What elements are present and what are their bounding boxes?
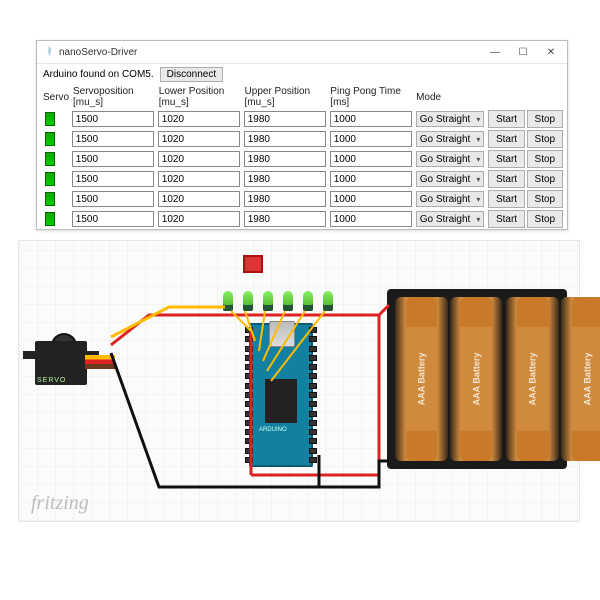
minimize-icon: — [490,47,500,58]
servoposition-input[interactable] [72,151,154,167]
ping-pong-time-input[interactable] [330,111,412,127]
servo-status-led [45,132,55,146]
maximize-icon: ☐ [519,47,528,58]
battery-label: AAA Battery [416,353,426,406]
status-line: Arduino found on COM5. Disconnect [37,64,567,85]
header-mode: Mode [416,92,484,103]
titlebar: nanoServo-Driver — ☐ ✕ [37,41,567,64]
servo-motor: SERVO [23,327,103,393]
upper-position-input[interactable] [244,171,326,187]
circuit-diagram: SERVO ARDUINO AAA Battery AAA Battery AA… [18,240,580,522]
chevron-down-icon: ▾ [476,115,480,124]
header-servoposition: Servoposition [mu_s] [73,86,155,108]
servo-status-led [45,112,55,126]
servo-row: Go Straight▾StartStop [37,129,567,149]
chevron-down-icon: ▾ [476,215,480,224]
close-button[interactable]: ✕ [537,43,565,61]
ping-pong-time-input[interactable] [330,171,412,187]
header-lower-position: Lower Position [mu_s] [159,86,241,108]
chevron-down-icon: ▾ [476,155,480,164]
servo-status-led [45,152,55,166]
servoposition-input[interactable] [72,211,154,227]
disconnect-button[interactable]: Disconnect [160,67,223,82]
start-button[interactable]: Start [488,190,524,208]
close-icon: ✕ [547,47,555,58]
start-button[interactable]: Start [488,150,524,168]
maximize-button[interactable]: ☐ [509,43,537,61]
start-button[interactable]: Start [488,130,524,148]
chevron-down-icon: ▾ [476,195,480,204]
led-strip [223,283,353,311]
lower-position-input[interactable] [158,211,240,227]
app-window: nanoServo-Driver — ☐ ✕ Arduino found on … [36,40,568,230]
ping-pong-time-input[interactable] [330,211,412,227]
lower-position-input[interactable] [158,171,240,187]
start-button[interactable]: Start [488,210,524,228]
servo-row: Go Straight▾StartStop [37,209,567,229]
battery-label: AAA Battery [528,353,538,406]
lower-position-input[interactable] [158,131,240,147]
servo-row: Go Straight▾StartStop [37,149,567,169]
stop-button[interactable]: Stop [527,170,563,188]
upper-position-input[interactable] [244,191,326,207]
upper-position-input[interactable] [244,151,326,167]
mode-select[interactable]: Go Straight▾ [416,171,485,187]
mode-select[interactable]: Go Straight▾ [416,211,485,227]
chevron-down-icon: ▾ [476,135,480,144]
upper-position-input[interactable] [244,211,326,227]
upper-position-input[interactable] [244,111,326,127]
window-title: nanoServo-Driver [59,47,481,58]
header-row: Servo Servoposition [mu_s] Lower Positio… [37,85,567,109]
app-icon [43,46,55,58]
fritzing-watermark: fritzing [31,492,89,515]
arduino-nano: ARDUINO [249,323,313,467]
ping-pong-time-input[interactable] [330,191,412,207]
start-button[interactable]: Start [488,110,524,128]
header-upper-position: Upper Position [mu_s] [245,86,327,108]
servoposition-input[interactable] [72,111,154,127]
servo-row: Go Straight▾StartStop [37,189,567,209]
battery-label: AAA Battery [582,353,592,406]
header-servo: Servo [43,92,69,103]
servo-status-led [45,212,55,226]
mode-select[interactable]: Go Straight▾ [416,191,485,207]
chevron-down-icon: ▾ [476,175,480,184]
servoposition-input[interactable] [72,131,154,147]
mode-select[interactable]: Go Straight▾ [416,111,485,127]
lower-position-input[interactable] [158,191,240,207]
servoposition-input[interactable] [72,171,154,187]
jumper-block [243,255,263,273]
status-text: Arduino found on COM5. [43,69,154,80]
lower-position-input[interactable] [158,111,240,127]
stop-button[interactable]: Stop [527,150,563,168]
upper-position-input[interactable] [244,131,326,147]
stop-button[interactable]: Stop [527,190,563,208]
start-button[interactable]: Start [488,170,524,188]
servoposition-input[interactable] [72,191,154,207]
servo-row: Go Straight▾StartStop [37,169,567,189]
mode-select[interactable]: Go Straight▾ [416,151,485,167]
header-ping-pong-time: Ping Pong Time [ms] [330,86,412,108]
mode-select[interactable]: Go Straight▾ [416,131,485,147]
lower-position-input[interactable] [158,151,240,167]
ping-pong-time-input[interactable] [330,131,412,147]
stop-button[interactable]: Stop [527,110,563,128]
stop-button[interactable]: Stop [527,210,563,228]
stop-button[interactable]: Stop [527,130,563,148]
battery-pack: AAA Battery AAA Battery AAA Battery AAA … [387,289,567,469]
servo-row: Go Straight▾StartStop [37,109,567,129]
ping-pong-time-input[interactable] [330,151,412,167]
servo-status-led [45,192,55,206]
minimize-button[interactable]: — [481,43,509,61]
servo-status-led [45,172,55,186]
battery-label: AAA Battery [471,353,481,406]
